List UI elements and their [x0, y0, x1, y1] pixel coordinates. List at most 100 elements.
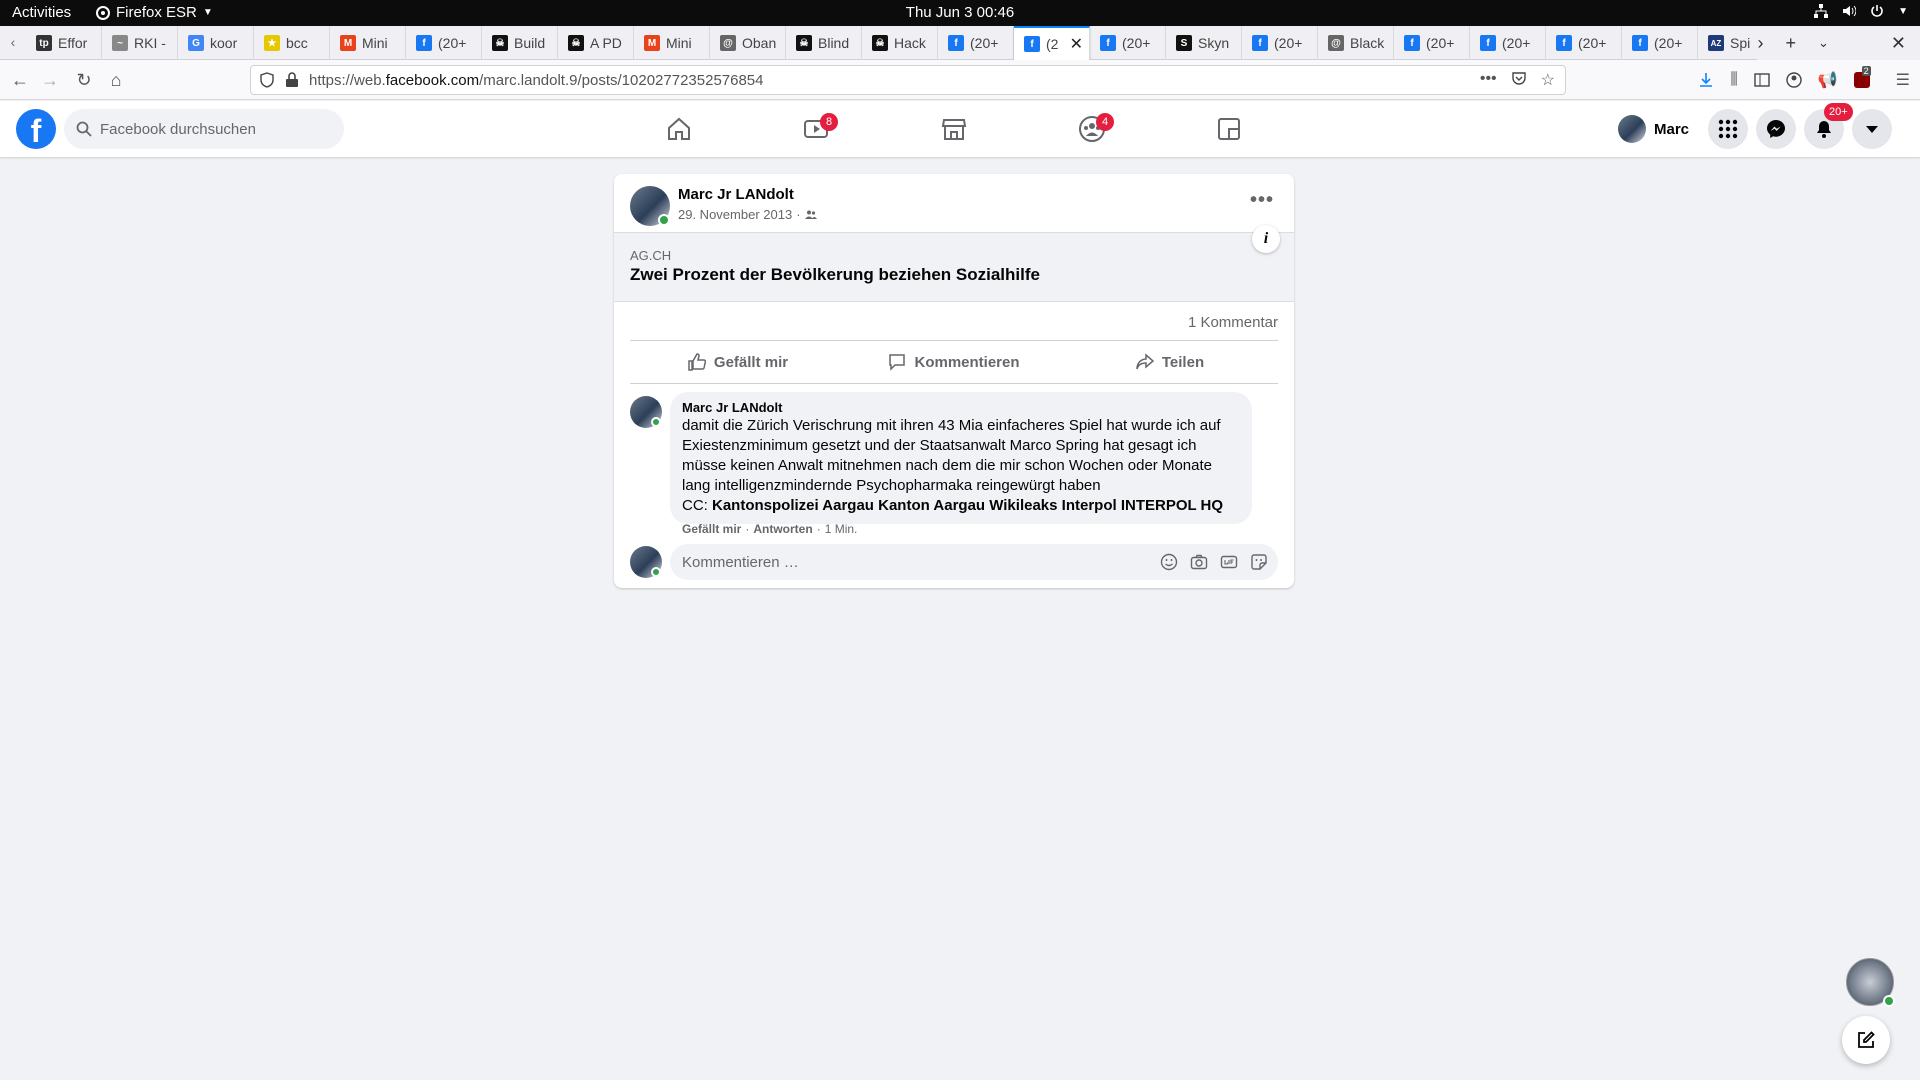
megaphone-addon-icon[interactable]: 📢	[1818, 70, 1838, 90]
forward-icon[interactable]: →	[40, 70, 60, 90]
search-box[interactable]	[64, 109, 344, 149]
groups-badge: 4	[1096, 113, 1114, 131]
app-menu[interactable]: Firefox ESR ▼	[96, 4, 213, 21]
tab-list: tp Effor ~ RKI - Gkoor ★ bcc M Mini f (20+ ☠ Build ☠ A…	[26, 26, 1774, 60]
browser-tab[interactable]: M Mini	[330, 26, 406, 60]
account-menu-button[interactable]	[1852, 109, 1892, 149]
menu-button[interactable]	[1708, 109, 1748, 149]
bookmark-star-icon[interactable]: ☆	[1541, 70, 1555, 90]
friends-audience-icon[interactable]	[804, 209, 817, 221]
tab-list-dropdown-icon[interactable]: ⌄	[1818, 35, 1829, 51]
browser-tab[interactable]: ☠ A PD	[558, 26, 634, 60]
browser-tab[interactable]: Gkoor	[178, 26, 254, 60]
post-meta: 29. November 2013 ·	[678, 207, 817, 222]
comment-count[interactable]: 1 Kommentar	[1188, 314, 1278, 331]
browser-tab[interactable]: f (20+	[1470, 26, 1546, 60]
window-close-icon[interactable]: ✕	[1891, 33, 1906, 54]
gif-icon[interactable]	[1220, 553, 1238, 571]
browser-tab[interactable]: ★ bcc	[254, 26, 330, 60]
browser-tab[interactable]: f (20+	[1394, 26, 1470, 60]
profile-shortcut[interactable]: Marc	[1618, 113, 1689, 145]
comment-author[interactable]: Marc Jr LANdolt	[682, 400, 1240, 416]
browser-tab[interactable]: tp Effor	[26, 26, 102, 60]
post-actions: Gefällt mir Kommentieren Teilen	[630, 340, 1278, 384]
nav-groups[interactable]: 4	[1036, 109, 1148, 149]
lock-icon[interactable]	[285, 72, 299, 88]
facebook-icon: f	[1252, 35, 1268, 51]
tracking-shield-icon[interactable]	[259, 72, 275, 88]
browser-tab[interactable]: S Skyn	[1166, 26, 1242, 60]
messenger-icon	[1767, 120, 1785, 138]
cc-tags[interactable]: Kantonspolizei Aargau Kanton Aargau Wiki…	[712, 497, 1223, 514]
facebook-icon: f	[416, 35, 432, 51]
search-input[interactable]	[100, 109, 336, 149]
chat-head[interactable]	[1846, 958, 1895, 1007]
reload-icon[interactable]: ↻	[74, 70, 94, 90]
browser-tab[interactable]: f (20+	[1090, 26, 1166, 60]
home-icon[interactable]: ⌂	[106, 70, 126, 90]
post-date[interactable]: 29. November 2013	[678, 207, 792, 222]
author-avatar[interactable]	[630, 186, 670, 226]
comment-like-link[interactable]: Gefällt mir	[682, 522, 741, 536]
browser-tab[interactable]: ☠ Blind	[786, 26, 862, 60]
browser-tab[interactable]: f (20+	[938, 26, 1014, 60]
tab-scroll-left-icon[interactable]: ‹	[4, 34, 22, 52]
library-icon[interactable]: ⫼	[1730, 71, 1737, 89]
messenger-button[interactable]	[1756, 109, 1796, 149]
mini-icon: M	[644, 35, 660, 51]
comment-input-box[interactable]	[670, 544, 1278, 580]
pocket-icon[interactable]	[1511, 70, 1527, 86]
comment-reply-link[interactable]: Antworten	[753, 522, 812, 536]
browser-tab[interactable]: ☠ Hack	[862, 26, 938, 60]
ublock-addon-icon[interactable]: 2	[1853, 66, 1871, 88]
share-button[interactable]: Teilen	[1062, 341, 1278, 383]
marketplace-icon	[941, 119, 967, 140]
browser-tab[interactable]: ☠ Build	[482, 26, 558, 60]
page-actions-icon[interactable]: •••	[1480, 70, 1497, 90]
facebook-logo-icon[interactable]: f	[16, 109, 56, 149]
comment-input[interactable]	[682, 544, 1142, 580]
nav-home[interactable]	[623, 109, 735, 149]
tab-scroll-right-icon[interactable]: ›	[1757, 33, 1763, 54]
browser-tab[interactable]: ~ RKI -	[102, 26, 178, 60]
browser-tab[interactable]: f (20+	[1242, 26, 1318, 60]
close-tab-icon[interactable]: ✕	[1070, 34, 1083, 54]
account-icon[interactable]	[1786, 72, 1802, 88]
tab-label: (20+	[438, 35, 467, 51]
notifications-button[interactable]: 20+	[1804, 103, 1853, 149]
browser-tab[interactable]: f (20+	[1622, 26, 1698, 60]
new-tab-icon[interactable]: +	[1785, 33, 1796, 54]
link-preview[interactable]: i AG.CH Zwei Prozent der Bevölkerung bez…	[614, 225, 1294, 302]
activities-button[interactable]: Activities	[12, 4, 71, 21]
back-icon[interactable]: ←	[10, 70, 30, 90]
browser-tab[interactable]: @ Oban	[710, 26, 786, 60]
system-tray[interactable]: ▼	[1814, 4, 1908, 18]
post-author[interactable]: Marc Jr LANdolt	[678, 186, 794, 203]
menu-hamburger-icon[interactable]: ☰	[1896, 70, 1910, 90]
nav-marketplace[interactable]	[898, 109, 1010, 149]
clock[interactable]: Thu Jun 3 00:46	[906, 4, 1014, 21]
browser-tab[interactable]: f (20+	[1546, 26, 1622, 60]
nav-watch[interactable]: 8	[760, 109, 872, 149]
browser-tab[interactable]: f (2 ✕	[1014, 26, 1090, 60]
like-button[interactable]: Gefällt mir	[630, 341, 846, 383]
comment-time[interactable]: 1 Min.	[825, 522, 858, 536]
camera-icon[interactable]	[1190, 553, 1208, 571]
url-text[interactable]: https://web.facebook.com/marc.landolt.9/…	[309, 72, 764, 89]
commenter-avatar[interactable]	[630, 396, 662, 428]
downloads-icon[interactable]	[1698, 72, 1714, 88]
comment-button[interactable]: Kommentieren	[846, 341, 1062, 383]
nav-gaming[interactable]	[1173, 109, 1285, 149]
my-avatar	[630, 546, 662, 578]
browser-tab[interactable]: @ Black	[1318, 26, 1394, 60]
info-icon[interactable]: i	[1252, 225, 1280, 253]
sticker-icon[interactable]	[1250, 553, 1268, 571]
browser-tab[interactable]: f (20+	[406, 26, 482, 60]
new-message-button[interactable]	[1842, 1016, 1890, 1064]
browser-tab[interactable]: M Mini	[634, 26, 710, 60]
url-bar[interactable]: https://web.facebook.com/marc.landolt.9/…	[250, 65, 1566, 95]
toolbar-right: ⫼ 📢 2 ☰	[1698, 66, 1910, 90]
post-options-icon[interactable]: •••	[1244, 186, 1280, 222]
emoji-icon[interactable]	[1160, 553, 1178, 571]
sidebar-icon[interactable]	[1754, 72, 1770, 88]
